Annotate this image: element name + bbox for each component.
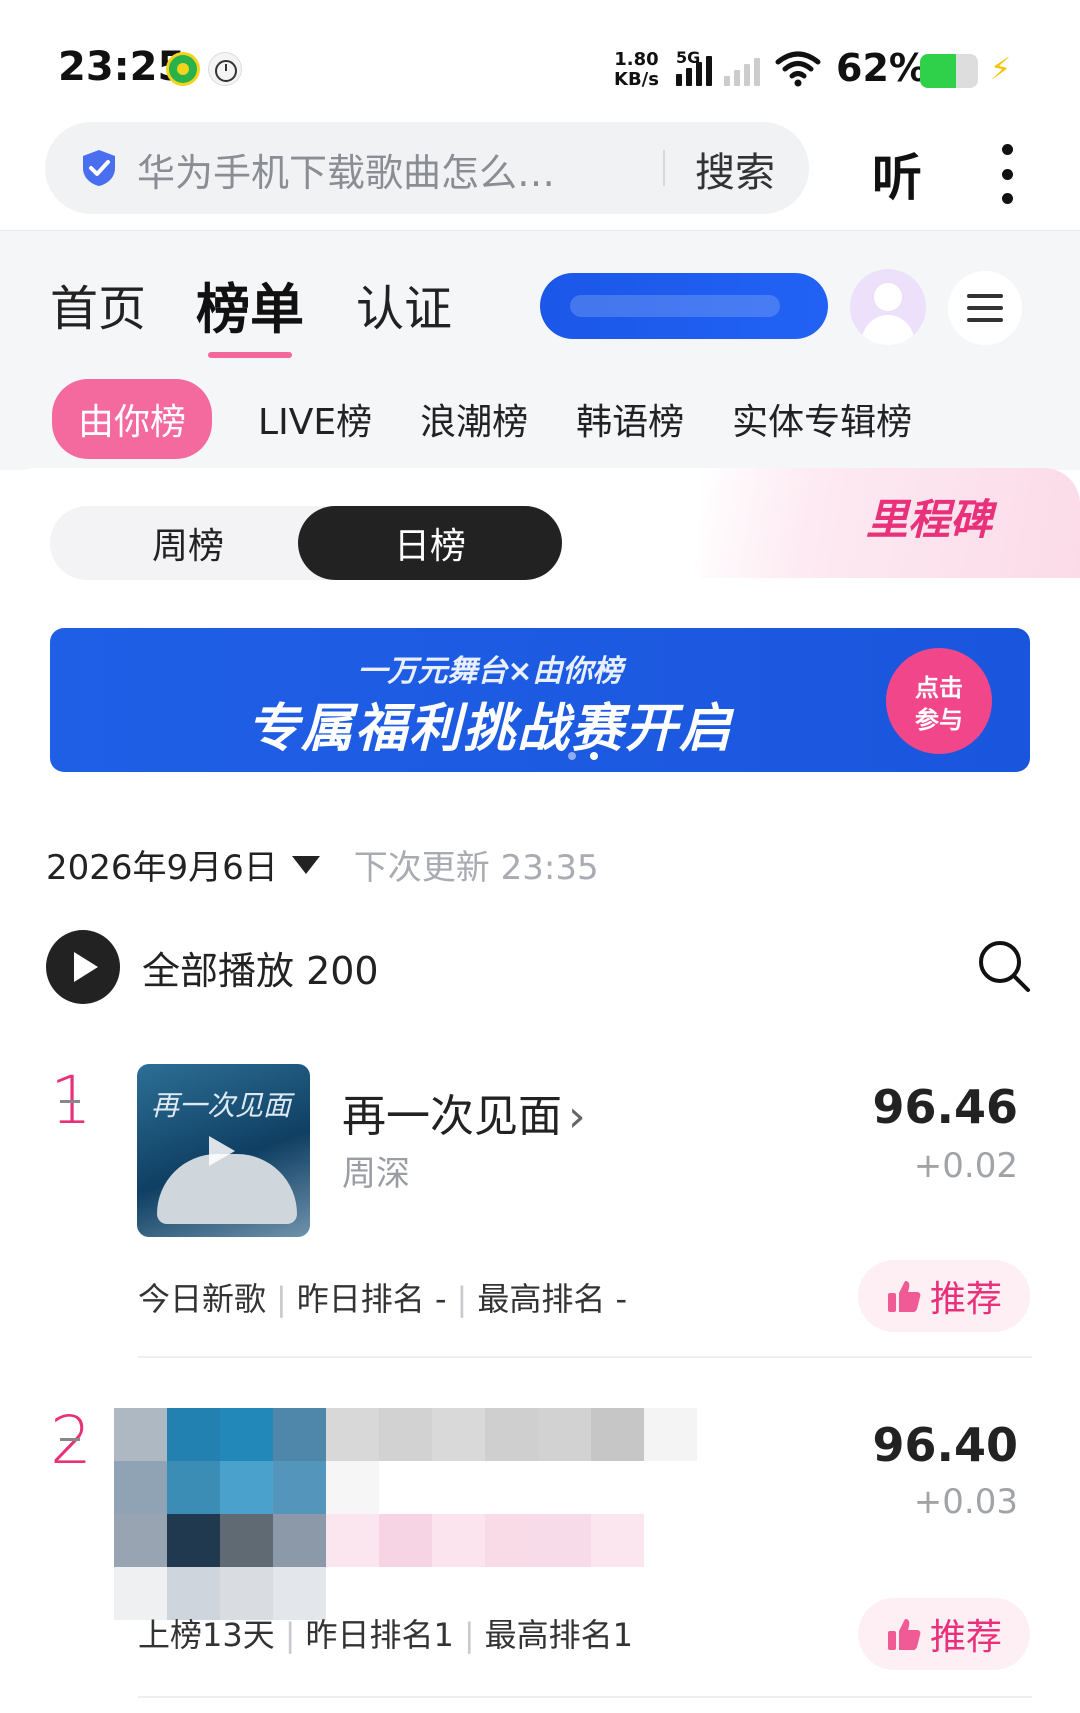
battery-icon xyxy=(920,54,978,88)
date-selector[interactable]: 2026年9月6日 xyxy=(46,840,278,889)
cover-title: 再一次见面 xyxy=(151,1089,292,1122)
wifi-icon xyxy=(775,51,821,87)
rank-change-indicator xyxy=(60,1100,80,1103)
milestone-link[interactable]: 里程碑 xyxy=(866,486,992,547)
subtab-wave[interactable]: 浪潮榜 xyxy=(420,393,528,445)
tab-charts[interactable]: 榜单 xyxy=(196,265,304,358)
status-bar: 23:25 1.80 KB/s 5G 62% ⚡ xyxy=(0,0,1080,130)
meta-peak-rank: 最高排名1 xyxy=(484,1616,634,1654)
thumbs-up-icon xyxy=(887,1619,921,1650)
tab-charts-label: 榜单 xyxy=(196,278,304,341)
banner-cta-line1: 点击 xyxy=(915,674,963,702)
thumbs-up-icon xyxy=(887,1281,921,1312)
song-score: 96.40 xyxy=(872,1418,1018,1472)
song-score: 96.46 xyxy=(872,1080,1018,1134)
promo-pill[interactable] xyxy=(540,273,828,339)
active-tab-underline xyxy=(208,352,292,358)
blurred-song-info xyxy=(114,1408,754,1620)
period-toggle: 周榜 日榜 xyxy=(50,506,562,580)
menu-icon[interactable] xyxy=(948,271,1022,345)
song-title[interactable]: 再一次见面 › xyxy=(342,1080,586,1144)
banner-pager-dots xyxy=(568,752,598,760)
song-meta: 今日新歌 | 昨日排名 - | 最高排名 - xyxy=(138,1280,628,1318)
subtab-korean[interactable]: 韩语榜 xyxy=(576,393,684,445)
daily-option[interactable]: 日榜 xyxy=(298,506,562,580)
search-query[interactable]: 华为手机下载歌曲怎么… xyxy=(137,142,555,197)
cover-play-icon[interactable] xyxy=(209,1136,239,1166)
score-delta: +0.02 xyxy=(913,1146,1018,1186)
chart-content: 里程碑 周榜 日榜 一万元舞台×由你榜 专属福利挑战赛开启 点击 参与 2026… xyxy=(0,468,1080,1713)
banner-subtitle: 一万元舞台×由你榜 xyxy=(357,654,623,689)
banner-cta-line2: 参与 xyxy=(915,706,963,734)
recommend-button[interactable]: 推荐 xyxy=(858,1260,1030,1332)
shield-icon xyxy=(83,150,115,186)
song-title-text: 再一次见面 xyxy=(342,1091,562,1142)
play-all-label[interactable]: 全部播放 200 xyxy=(142,940,379,995)
banner-cta-button[interactable]: 点击 参与 xyxy=(886,648,992,754)
recommend-label: 推荐 xyxy=(929,1279,1002,1320)
search-button[interactable]: 搜索 xyxy=(695,140,775,198)
rank-change-indicator xyxy=(60,1438,80,1441)
song-meta: 上榜13天 | 昨日排名1 | 最高排名1 xyxy=(138,1616,634,1654)
subtab-physical-album[interactable]: 实体专辑榜 xyxy=(732,393,912,445)
net-speed-value: 1.80 xyxy=(614,49,659,70)
more-options-icon[interactable] xyxy=(1000,144,1014,204)
meta-yesterday-rank: 昨日排名 - xyxy=(296,1280,447,1318)
recommend-button[interactable]: 推荐 xyxy=(858,1598,1030,1670)
battery-percent: 62% xyxy=(836,46,927,90)
meta-yesterday-rank: 昨日排名1 xyxy=(305,1616,454,1654)
weekly-option[interactable]: 周榜 xyxy=(70,506,306,580)
search-box[interactable]: 华为手机下载歌曲怎么… 搜索 xyxy=(45,122,809,214)
chevron-right-icon: › xyxy=(568,1091,586,1142)
promo-banner[interactable]: 一万元舞台×由你榜 专属福利挑战赛开启 点击 参与 xyxy=(50,628,1030,772)
signal-icon xyxy=(676,52,712,86)
chevron-down-icon[interactable] xyxy=(291,855,320,874)
search-row: 华为手机下载歌曲怎么… 搜索 听 xyxy=(0,122,1080,230)
search-divider xyxy=(663,150,665,186)
row-divider xyxy=(138,1696,1032,1698)
tab-certification[interactable]: 认证 xyxy=(356,269,452,339)
charging-icon: ⚡ xyxy=(990,52,1012,87)
song-artist[interactable]: 周深 xyxy=(342,1146,410,1195)
search-icon[interactable] xyxy=(976,938,1032,994)
play-icon[interactable] xyxy=(46,930,120,1004)
next-update-text: 下次更新 23:35 xyxy=(353,848,599,888)
row-divider xyxy=(138,1356,1032,1358)
chart-header-area: 首页 榜单 认证 由你榜 LIVE榜 浪潮榜 韩语榜 实体专辑榜 xyxy=(0,230,1080,470)
listen-button[interactable]: 听 xyxy=(872,138,922,210)
date-row: 2026年9月6日 下次更新 23:35 xyxy=(46,840,599,889)
chart-subtabs: 由你榜 LIVE榜 浪潮榜 韩语榜 实体专辑榜 xyxy=(52,379,960,459)
timer-icon xyxy=(208,52,242,86)
app-notification-icon xyxy=(166,52,200,86)
signal-weak-icon xyxy=(724,52,760,86)
play-all-row[interactable]: 全部播放 200 xyxy=(46,930,379,1004)
net-speed: 1.80 KB/s xyxy=(614,50,659,90)
subtab-youni[interactable]: 由你榜 xyxy=(52,379,213,459)
meta-status: 今日新歌 xyxy=(138,1280,267,1318)
tab-home[interactable]: 首页 xyxy=(50,269,146,339)
song-cover[interactable]: 再一次见面 xyxy=(137,1064,310,1237)
avatar[interactable] xyxy=(850,269,926,345)
net-speed-unit: KB/s xyxy=(614,69,659,90)
meta-status: 上榜13天 xyxy=(138,1616,275,1654)
score-delta: +0.03 xyxy=(913,1482,1018,1522)
subtab-live[interactable]: LIVE榜 xyxy=(258,393,372,445)
banner-title: 专属福利挑战赛开启 xyxy=(246,699,733,759)
meta-peak-rank: 最高排名 - xyxy=(477,1280,628,1318)
recommend-label: 推荐 xyxy=(929,1617,1002,1658)
